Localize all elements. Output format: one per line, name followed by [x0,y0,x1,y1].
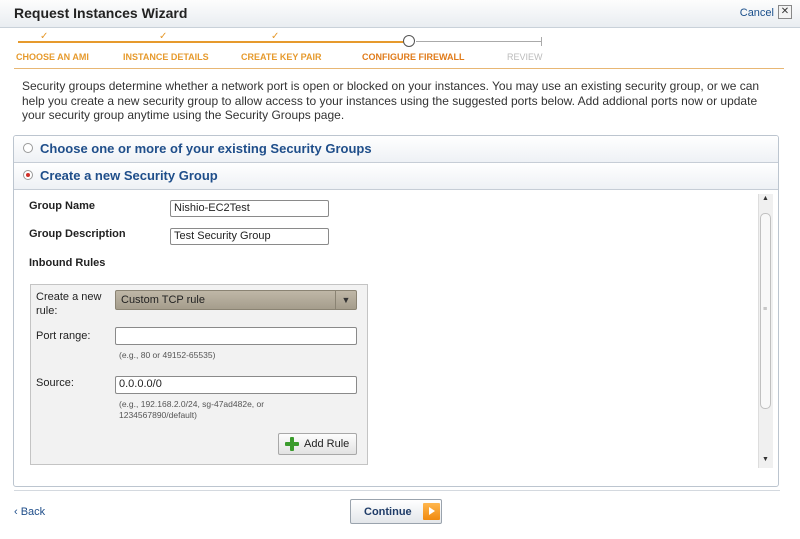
step-3-check-icon: ✓ [271,31,280,42]
create-rule-label-line2: rule: [36,305,58,317]
step-choose-ami: CHOOSE AN AMI [16,52,89,62]
rule-type-select[interactable]: Custom TCP rule ▼ [115,290,357,310]
new-group-option[interactable]: Create a new Security Group [14,163,778,190]
existing-groups-label[interactable]: Choose one or more of your existing Secu… [40,141,372,156]
wizard-progress: ✓ ✓ ✓ CHOOSE AN AMI INSTANCE DETAILS CRE… [14,31,554,69]
source-input[interactable]: 0.0.0.0/0 [115,376,357,394]
back-link[interactable]: ‹ Back [14,506,45,518]
source-hint-line1: (e.g., 192.168.2.0/24, sg-47ad482e, or [119,399,265,409]
step-configure-firewall: CONFIGURE FIREWALL [362,52,465,62]
progress-separator [14,68,784,69]
inbound-rules-label: Inbound Rules [29,257,106,269]
source-hint-line2: 1234567890/default) [119,410,197,420]
vertical-scrollbar[interactable]: ▲ ≡ ▼ [758,194,773,468]
port-range-hint: (e.g., 80 or 49152-65535) [119,350,216,360]
scroll-down-icon[interactable]: ▼ [762,456,769,463]
source-label: Source: [36,377,74,389]
scrollbar-thumb[interactable]: ≡ [760,213,771,409]
footer-separator [14,490,780,491]
new-group-label[interactable]: Create a new Security Group [40,168,218,183]
step-review: REVIEW [507,52,543,62]
step-2-check-icon: ✓ [159,31,168,42]
continue-label: Continue [364,506,412,518]
close-icon[interactable]: ✕ [778,5,792,19]
group-description-label: Group Description [29,228,126,240]
arrow-right-icon [423,503,440,520]
existing-groups-option[interactable]: Choose one or more of your existing Secu… [14,136,778,163]
intro-text: Security groups determine whether a netw… [22,79,760,122]
progress-track-complete [18,41,406,43]
inbound-rule-editor: Create a new rule: Custom TCP rule ▼ Por… [30,284,368,465]
port-range-input[interactable] [115,327,357,345]
grip-icon: ≡ [763,306,768,313]
step-instance-details: INSTANCE DETAILS [123,52,209,62]
rule-type-value: Custom TCP rule [121,294,205,306]
scroll-up-icon[interactable]: ▲ [762,195,769,202]
new-group-radio[interactable] [23,170,33,180]
plus-icon [285,437,299,451]
progress-end-tick [541,37,542,46]
progress-track-pending [416,41,542,42]
current-step-indicator [403,35,415,47]
continue-button[interactable]: Continue [350,499,442,524]
port-range-label: Port range: [36,330,91,342]
chevron-down-icon[interactable]: ▼ [335,291,356,309]
group-name-label: Group Name [29,200,96,212]
cancel-link[interactable]: Cancel [740,7,774,19]
wizard-title: Request Instances Wizard [14,5,188,21]
add-rule-label: Add Rule [304,438,350,450]
group-name-input[interactable]: Nishio-EC2Test [170,200,329,217]
wizard-header: Request Instances Wizard Cancel ✕ [0,0,800,28]
step-create-key-pair: CREATE KEY PAIR [241,52,322,62]
group-description-input[interactable]: Test Security Group [170,228,329,245]
step-1-check-icon: ✓ [40,31,49,42]
create-rule-label-line1: Create a new [36,291,102,303]
existing-groups-radio[interactable] [23,143,33,153]
add-rule-button[interactable]: Add Rule [278,433,357,455]
